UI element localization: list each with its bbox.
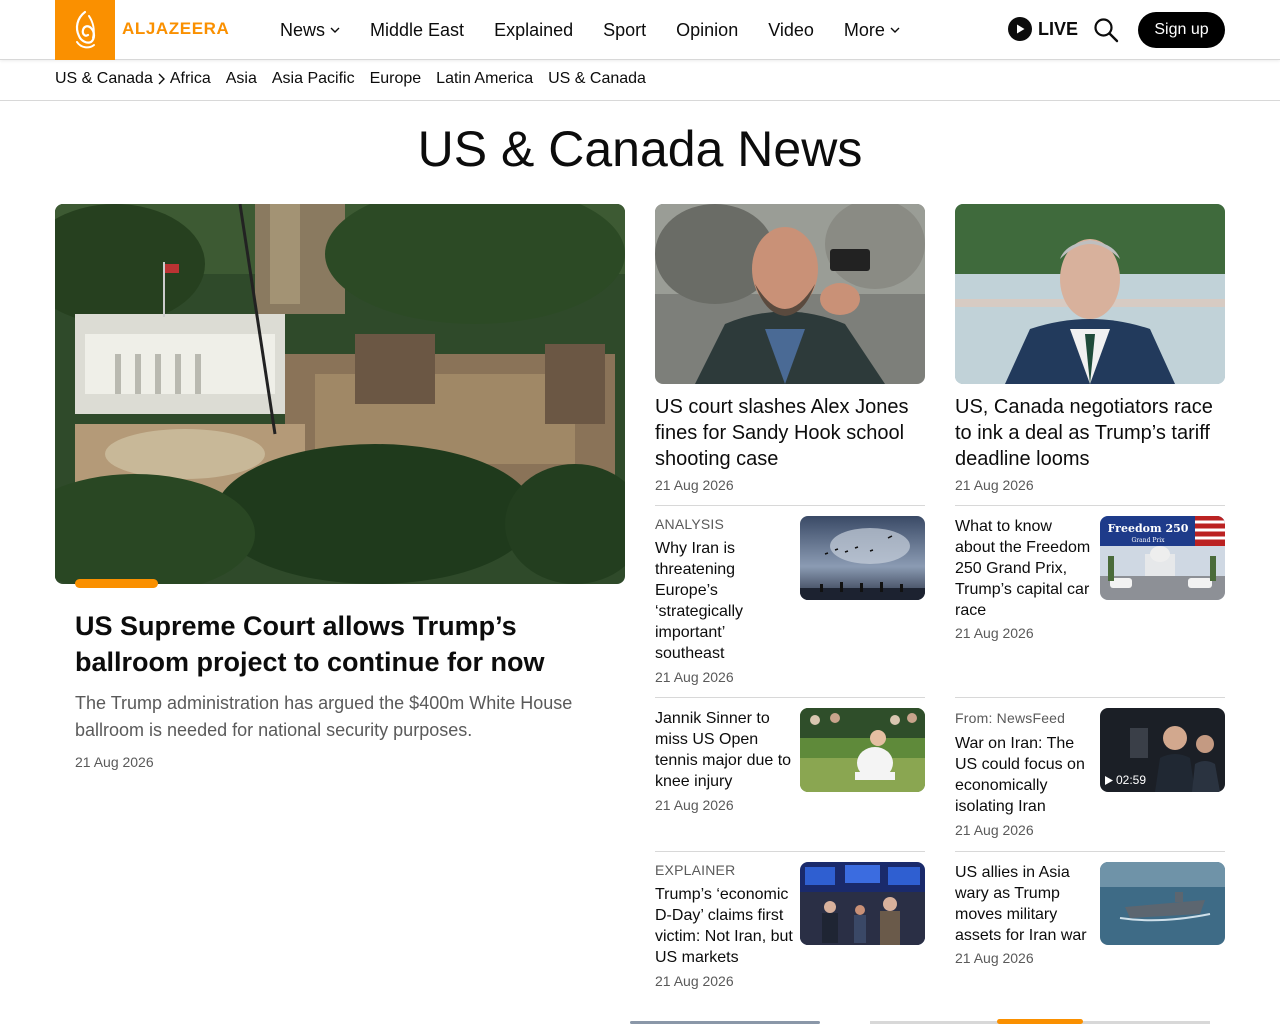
nav-item-explained[interactable]: Explained (494, 20, 573, 41)
subnav-item-us-canada[interactable]: US & Canada (548, 70, 646, 88)
hero-headline[interactable]: US Supreme Court allows Trump’s ballroom… (75, 608, 585, 680)
divider (955, 505, 1225, 506)
card-image-canada-negotiator[interactable] (955, 204, 1225, 384)
sign-up-button[interactable]: Sign up (1138, 12, 1225, 48)
play-icon (1105, 775, 1113, 785)
nav-item-label: News (280, 19, 326, 40)
list-item-headline[interactable]: Jannik Sinner to miss US Open tennis maj… (655, 708, 793, 792)
list-item-date: 21 Aug 2026 (955, 950, 1034, 966)
grand-prix-banner-subtext: Grand Prix (1131, 537, 1165, 544)
article-kicker: ANALYSIS (655, 516, 725, 532)
subnav-item-latin-america[interactable]: Latin America (436, 70, 533, 88)
nav-item-opinion[interactable]: Opinion (676, 20, 738, 41)
subnav-item-europe[interactable]: Europe (370, 70, 422, 88)
nav-item-label: More (843, 19, 885, 40)
subnav-item-asia[interactable]: Asia (226, 70, 257, 88)
nav-item-label: Explained (494, 19, 574, 40)
list-item-date: 21 Aug 2026 (655, 973, 734, 989)
video-duration-label: 02:59 (1116, 773, 1147, 787)
nav-item-label: Middle East (370, 19, 465, 40)
hero-summary: The Trump administration has argued the … (75, 693, 573, 740)
list-item-date: 21 Aug 2026 (655, 797, 734, 813)
list-image-iran-sky[interactable] (800, 516, 925, 600)
divider (955, 851, 1225, 852)
article-kicker: From: NewsFeed (955, 710, 1066, 726)
list-item-headline[interactable]: War on Iran: The US could focus on econo… (955, 733, 1093, 817)
card-image-alex-jones[interactable] (655, 204, 925, 384)
nav-item-news[interactable]: News (280, 20, 340, 41)
next-row-accent-bar (997, 1019, 1083, 1024)
article-kicker: EXPLAINER (655, 862, 736, 878)
list-image-stock-exchange[interactable] (800, 862, 925, 945)
card-headline[interactable]: US, Canada negotiators race to ink a dea… (955, 394, 1225, 472)
live-button[interactable]: LIVE (1008, 17, 1078, 41)
aljazeera-logo-icon[interactable] (55, 0, 115, 60)
list-item-date: 21 Aug 2026 (955, 822, 1034, 838)
chevron-right-icon (157, 73, 166, 85)
list-image-tennis[interactable] (800, 708, 925, 792)
sub-nav: US & Canada Africa Asia Asia Pacific Eur… (0, 60, 1280, 101)
list-item-headline[interactable]: US allies in Asia wary as Trump moves mi… (955, 862, 1093, 946)
nav-item-video[interactable]: Video (768, 20, 814, 41)
list-item-headline[interactable]: Trump’s ‘economic D-Day’ claims first vi… (655, 884, 793, 968)
divider (655, 697, 925, 698)
hero-image[interactable] (55, 204, 625, 584)
video-duration: 02:59 (1105, 773, 1146, 787)
subnav-item-asia-pacific[interactable]: Asia Pacific (272, 70, 355, 88)
page-title: US & Canada News (417, 121, 863, 177)
divider (655, 851, 925, 852)
breadcrumb-current[interactable]: US & Canada (55, 70, 153, 88)
card-date: 21 Aug 2026 (955, 477, 1034, 493)
brand-wordmark[interactable]: ALJAZEERA (122, 19, 229, 39)
hero-accent-bar (75, 579, 158, 588)
divider (955, 697, 1225, 698)
list-image-grand-prix[interactable]: Freedom 250 Grand Prix (1100, 516, 1225, 600)
subnav-item-africa[interactable]: Africa (170, 70, 211, 88)
list-item-headline[interactable]: Why Iran is threatening Europe’s ‘strate… (655, 538, 793, 664)
hero-date: 21 Aug 2026 (75, 754, 154, 770)
nav-item-label: Opinion (676, 19, 739, 40)
list-item-headline[interactable]: What to know about the Freedom 250 Grand… (955, 516, 1093, 621)
card-headline[interactable]: US court slashes Alex Jones fines for Sa… (655, 394, 925, 472)
chevron-down-icon (890, 27, 900, 33)
top-header: ALJAZEERA News Middle East Explained Spo… (0, 0, 1280, 60)
card-date: 21 Aug 2026 (655, 477, 734, 493)
search-icon[interactable] (1093, 17, 1119, 43)
nav-item-more[interactable]: More (844, 20, 900, 41)
list-image-aircraft-carrier[interactable] (1100, 862, 1225, 945)
divider (655, 505, 925, 506)
nav-item-label: Sport (603, 19, 647, 40)
nav-item-middle-east[interactable]: Middle East (370, 20, 464, 41)
list-item-date: 21 Aug 2026 (655, 669, 734, 685)
live-label: LIVE (1038, 18, 1079, 39)
main-nav: News Middle East Explained Sport Opinion… (280, 0, 900, 60)
grand-prix-banner-text: Freedom 250 (1108, 522, 1189, 535)
play-icon (1008, 17, 1032, 41)
list-video-thumbnail[interactable]: 02:59 (1100, 708, 1225, 792)
nav-item-label: Video (768, 19, 814, 40)
list-item-date: 21 Aug 2026 (955, 625, 1034, 641)
chevron-down-icon (330, 27, 340, 33)
nav-item-sport[interactable]: Sport (603, 20, 646, 41)
